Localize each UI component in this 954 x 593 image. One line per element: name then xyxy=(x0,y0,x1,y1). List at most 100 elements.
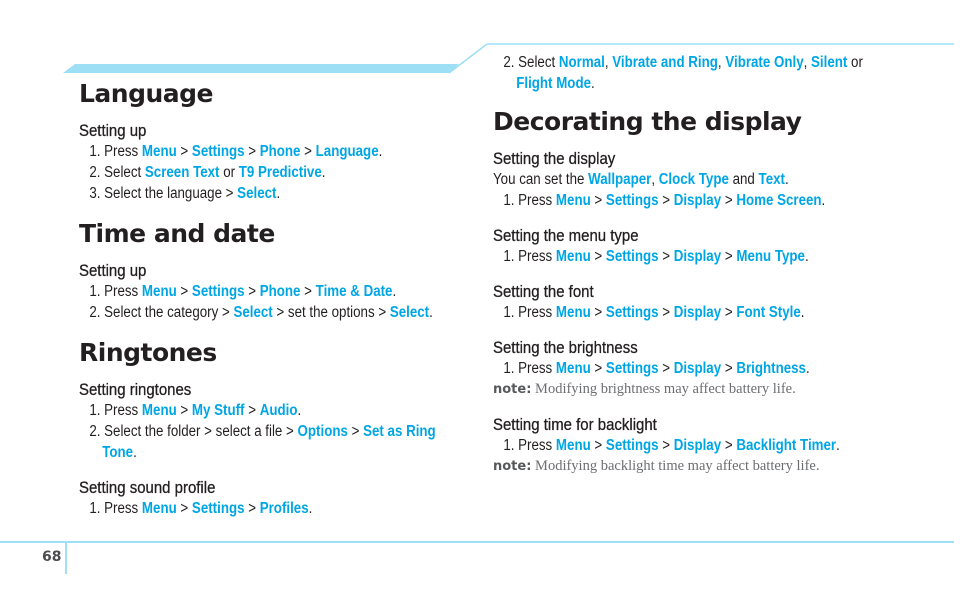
menu-path-term: Time & Date xyxy=(315,283,393,300)
text-fragment: > xyxy=(721,248,737,265)
step: 3. Select the language > Select. xyxy=(79,183,406,204)
text-fragment: 1. Press xyxy=(503,304,556,321)
text-fragment: 1. Press xyxy=(503,437,556,454)
subsection-setting-the-brightness: Setting the brightness 1. Press Menu > S… xyxy=(493,337,933,400)
text-fragment: . xyxy=(836,437,840,454)
menu-path-term: Select xyxy=(237,185,277,202)
menu-path-term: Menu xyxy=(141,283,177,300)
step: 1. Press Menu > Settings > Profiles. xyxy=(79,498,406,519)
text-fragment: > xyxy=(244,283,260,300)
step: 1. Press Menu > Settings > Phone > Langu… xyxy=(79,141,406,162)
text-fragment: > xyxy=(176,143,192,160)
text-fragment: . xyxy=(308,500,313,517)
text-fragment: . xyxy=(297,402,302,419)
menu-path-term: Flight Mode xyxy=(516,75,591,92)
section-ringtones: Ringtones Setting ringtones 1. Press Men… xyxy=(79,335,459,519)
heading-language: Language xyxy=(79,79,214,108)
text-fragment: . xyxy=(821,192,826,209)
menu-path-term: Normal xyxy=(558,54,605,71)
text-fragment: , xyxy=(651,171,659,188)
text-fragment: 1. Press xyxy=(89,283,142,300)
menu-path-term: Display xyxy=(673,304,722,321)
menu-path-term: Home Screen xyxy=(736,192,822,209)
menu-path-term: Menu xyxy=(141,500,177,517)
text-fragment: > xyxy=(658,360,674,377)
subheading-setting-up: Setting up xyxy=(79,261,147,280)
menu-path-term: Vibrate Only xyxy=(725,54,804,71)
text-fragment: > xyxy=(721,360,737,377)
text-fragment: and xyxy=(728,171,759,188)
menu-path-term: Vibrate and Ring xyxy=(612,54,718,71)
text-fragment: 2. Select the folder > select a file > xyxy=(89,423,298,440)
menu-path-term: Settings xyxy=(605,192,659,209)
heading-ringtones: Ringtones xyxy=(79,338,217,367)
note: note: Modifying backlight time may affec… xyxy=(493,456,933,477)
menu-path-term: Settings xyxy=(605,248,659,265)
text-fragment: . xyxy=(133,444,137,461)
step: 1. Press Menu > Settings > Display > Bri… xyxy=(493,358,871,379)
text-fragment: . xyxy=(321,164,326,181)
menu-path-term: Menu xyxy=(555,248,591,265)
text-fragment: > xyxy=(721,304,737,321)
text-fragment: > xyxy=(300,283,316,300)
menu-path-term: Clock Type xyxy=(658,171,729,188)
text-fragment: . xyxy=(784,171,789,188)
page-number: 68 xyxy=(42,549,62,565)
text-fragment: > xyxy=(658,248,674,265)
text-fragment: > xyxy=(721,437,737,454)
menu-path-term: Language xyxy=(315,143,379,160)
step: 1. Press Menu > Settings > Display > Fon… xyxy=(493,302,871,323)
step: 1. Press Menu > Settings > Phone > Time … xyxy=(79,281,406,302)
note-label: note: xyxy=(493,382,532,397)
text-fragment: 1. Press xyxy=(503,192,556,209)
menu-path-term: Profiles xyxy=(259,500,309,517)
menu-path-term: Menu xyxy=(141,143,177,160)
text-fragment: 1. Press xyxy=(89,402,142,419)
section-language: Language Setting up 1. Press Menu > Sett… xyxy=(79,76,459,204)
subsection-setting-the-font: Setting the font 1. Press Menu > Setting… xyxy=(493,281,933,323)
text-fragment: > xyxy=(590,248,606,265)
header-band-left xyxy=(63,64,459,73)
menu-path-term: T9 Predictive xyxy=(238,164,322,181)
text-fragment: 1. Press xyxy=(503,248,556,265)
text-fragment: . xyxy=(378,143,383,160)
text-fragment: 2. Select xyxy=(89,164,145,181)
text-fragment: > xyxy=(176,283,192,300)
left-column: Language Setting up 1. Press Menu > Sett… xyxy=(79,76,459,519)
step: 2. Select the folder > select a file > O… xyxy=(79,421,435,442)
header-diagonal-rule xyxy=(448,43,488,74)
text-fragment: > xyxy=(300,143,316,160)
step: 1. Press Menu > Settings > Display > Hom… xyxy=(493,190,871,211)
text-fragment: or xyxy=(847,54,863,71)
note-text: Modifying brightness may affect battery … xyxy=(531,381,796,397)
menu-path-term: Menu xyxy=(555,437,591,454)
menu-path-term: Settings xyxy=(605,360,659,377)
text-fragment: > xyxy=(244,402,260,419)
menu-path-term: Screen Text xyxy=(144,164,220,181)
menu-path-term: Select xyxy=(389,304,430,321)
menu-path-term: Menu xyxy=(555,192,591,209)
subheading-setting-ringtones: Setting ringtones xyxy=(79,380,192,399)
text-fragment: or xyxy=(219,164,239,181)
subheading-setting-the-display: Setting the display xyxy=(493,149,616,168)
text-fragment: > xyxy=(244,143,260,160)
text-fragment: > xyxy=(590,192,606,209)
note-label: note: xyxy=(493,459,532,474)
menu-path-term: Phone xyxy=(259,143,301,160)
menu-path-term: Settings xyxy=(191,500,245,517)
heading-time-and-date: Time and date xyxy=(79,219,275,248)
step: 1. Press Menu > Settings > Display > Men… xyxy=(493,246,871,267)
text-fragment: > xyxy=(658,437,674,454)
menu-path-term: Silent xyxy=(811,54,848,71)
subsection-setting-time-for-backlight: Setting time for backlight 1. Press Menu… xyxy=(493,414,933,477)
menu-path-term: Phone xyxy=(259,283,301,300)
menu-path-term: Menu xyxy=(555,304,591,321)
text-fragment: > xyxy=(244,500,260,517)
text-fragment: 1. Press xyxy=(89,500,142,517)
text-fragment: > xyxy=(590,304,606,321)
subheading-setting-the-brightness: Setting the brightness xyxy=(493,338,638,357)
text-fragment: 2. Select xyxy=(503,54,559,71)
subsection-setting-the-display: Setting the display You can set the Wall… xyxy=(493,148,933,211)
menu-path-term: Display xyxy=(673,360,722,377)
text-fragment: , xyxy=(604,54,613,71)
